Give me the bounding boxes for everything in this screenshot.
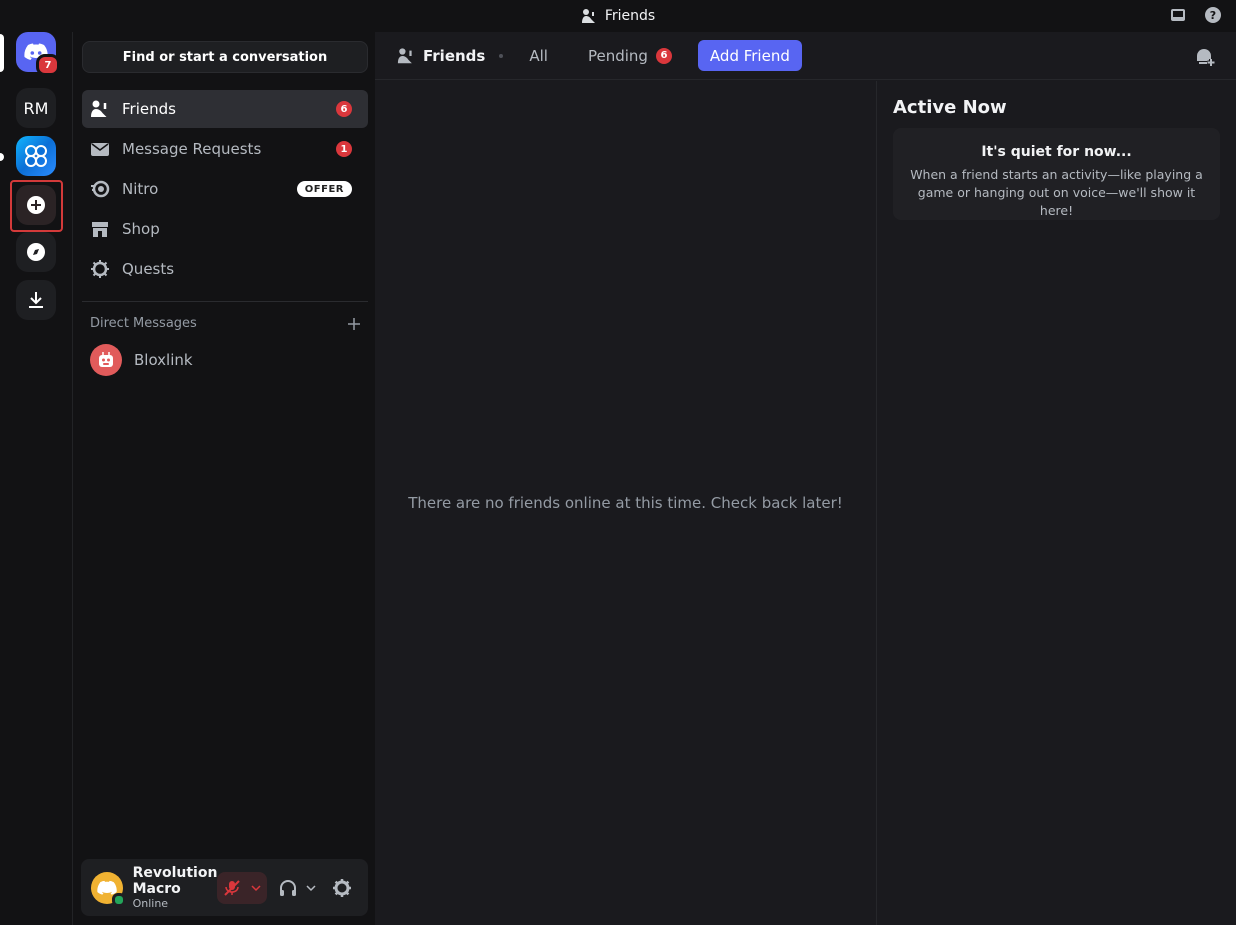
shop-icon (90, 219, 110, 239)
quests-icon (90, 259, 110, 279)
window-title: Friends (581, 8, 655, 24)
active-now-card-body: When a friend starts an activity—like pl… (910, 167, 1203, 218)
friends-count-badge: 6 (336, 101, 352, 117)
home-selected-pill (0, 34, 4, 72)
compass-icon (26, 242, 46, 262)
nitro-icon (90, 179, 110, 199)
svg-text:?: ? (1210, 9, 1216, 22)
title-separator (499, 53, 504, 58)
page-title-text: Friends (423, 46, 486, 65)
sidebar-item-friends[interactable]: Friends 6 (82, 90, 368, 128)
friends-empty-state: There are no friends online at this time… (375, 81, 876, 925)
server-app[interactable] (16, 136, 56, 176)
server-rm[interactable]: RM (16, 88, 56, 128)
user-settings-button[interactable] (326, 872, 358, 904)
sidebar-item-label: Message Requests (122, 140, 262, 158)
empty-state-message: There are no friends online at this time… (408, 494, 843, 512)
friends-topbar: Friends All Pending 6 Add Friend (375, 32, 1236, 80)
new-group-dm-icon[interactable] (1194, 46, 1216, 68)
active-now-title: Active Now (893, 97, 1007, 118)
sidebar-item-label: Quests (122, 260, 175, 278)
gear-icon (332, 878, 352, 898)
find-conversation-button[interactable]: Find or start a conversation (82, 41, 368, 73)
help-icon[interactable]: ? (1204, 6, 1222, 24)
chevron-down-icon[interactable] (251, 883, 261, 893)
plus-circle-icon (26, 195, 46, 215)
friends-icon (90, 99, 110, 119)
message-requests-count-badge: 1 (336, 141, 352, 157)
avatar[interactable] (91, 871, 126, 907)
add-server-button[interactable] (16, 185, 56, 225)
home-notification-badge: 7 (36, 54, 60, 76)
deafen-button[interactable] (275, 872, 320, 904)
friends-icon (581, 8, 597, 24)
online-status-dot (111, 892, 126, 907)
sidebar-item-nitro[interactable]: Nitro OFFER (82, 170, 368, 208)
active-now-empty-card: It's quiet for now... When a friend star… (893, 128, 1220, 220)
friends-main: Friends All Pending 6 Add Friend There a… (375, 32, 1236, 925)
active-now-card-title: It's quiet for now... (981, 144, 1132, 160)
sidebar-item-label: Shop (122, 220, 160, 238)
server-rail: 7 RM (0, 32, 72, 925)
tab-all[interactable]: All (517, 43, 560, 69)
download-icon (26, 290, 46, 310)
add-friend-button[interactable]: Add Friend (697, 40, 802, 71)
chevron-down-icon[interactable] (306, 883, 316, 893)
pending-count-badge: 6 (655, 47, 672, 64)
sidebar-divider (82, 301, 368, 302)
direct-messages-label: Direct Messages (90, 316, 197, 331)
dm-sidebar: Find or start a conversation Friends 6 M… (72, 32, 375, 925)
server-unread-pill (0, 153, 4, 161)
direct-messages-header: Direct Messages (90, 316, 360, 331)
microphone-muted-icon (223, 879, 241, 897)
sidebar-item-quests[interactable]: Quests (82, 250, 368, 288)
dm-item-bloxlink[interactable]: Bloxlink (82, 342, 368, 378)
user-name: Revolution Macro (132, 865, 218, 897)
envelope-icon (90, 139, 110, 159)
user-status: Online (132, 897, 169, 910)
sidebar-item-shop[interactable]: Shop (82, 210, 368, 248)
inbox-icon[interactable] (1170, 7, 1186, 23)
headphones-icon (279, 879, 297, 897)
app-logo-icon (22, 142, 50, 170)
tab-label: Pending (587, 46, 648, 65)
sidebar-item-label: Friends (122, 100, 176, 118)
nitro-offer-badge: OFFER (296, 181, 352, 197)
tab-label: All (529, 46, 548, 65)
window-title-text: Friends (604, 8, 656, 24)
user-panel: Revolution Macro Online (81, 859, 368, 916)
active-now-panel: Active Now It's quiet for now... When a … (876, 81, 1236, 925)
dm-name: Bloxlink (134, 351, 193, 369)
create-dm-plus-icon[interactable] (348, 317, 360, 330)
bloxlink-avatar (90, 344, 122, 376)
sidebar-item-label: Nitro (122, 180, 159, 198)
page-title: Friends (397, 47, 485, 65)
download-apps-button[interactable] (16, 280, 56, 320)
user-meta[interactable]: Revolution Macro Online (133, 865, 218, 910)
title-bar: Friends ? (0, 0, 1236, 32)
sidebar-item-message-requests[interactable]: Message Requests 1 (82, 130, 368, 168)
friends-icon (397, 47, 415, 65)
mute-microphone-button[interactable] (217, 871, 267, 904)
tab-pending[interactable]: Pending 6 (576, 43, 684, 69)
discover-button[interactable] (16, 232, 56, 272)
